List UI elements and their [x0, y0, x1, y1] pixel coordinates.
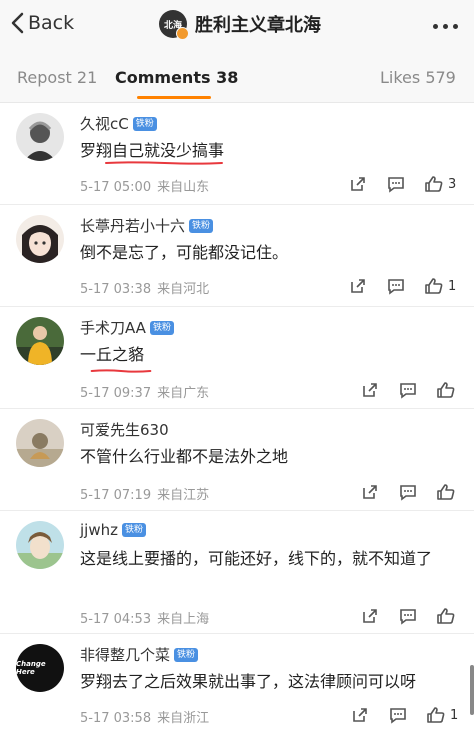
comment-source: 来自上海	[157, 612, 210, 627]
back-button[interactable]: Back	[10, 12, 74, 34]
like-count: 1	[450, 707, 459, 723]
avatar[interactable]	[16, 215, 64, 263]
fan-badge: 铁粉	[189, 218, 214, 233]
reply-icon[interactable]	[398, 482, 418, 502]
comment-item: jjwhz 铁粉 这是线上要播的，可能还好，线下的，就不知道了 5-17 04:…	[0, 511, 474, 634]
reply-icon[interactable]	[386, 174, 406, 194]
like-count: 3	[448, 176, 457, 192]
comment-date: 5-17 04:53	[80, 612, 152, 627]
more-options-icon[interactable]	[433, 24, 458, 29]
like-count: 1	[448, 278, 457, 294]
reply-icon[interactable]	[398, 606, 418, 626]
chevron-left-icon	[11, 12, 24, 34]
back-label: Back	[28, 12, 75, 34]
tab-repost[interactable]: Repost 21	[17, 68, 97, 87]
comment-item: Change Here 非得整几个菜 铁粉 罗翔去了之后效果就出事了，这法律顾问…	[0, 634, 474, 735]
comment-list: 久视cC 铁粉 罗翔自己就没少搞事 5-17 05:00 来自山东 3 长葶丹若…	[0, 103, 474, 735]
reply-icon[interactable]	[386, 276, 406, 296]
share-icon[interactable]	[360, 606, 380, 626]
share-icon[interactable]	[360, 482, 380, 502]
comment-text: 一丘之貉	[80, 345, 145, 364]
comment-source: 来自浙江	[157, 711, 210, 726]
comment-text: 倒不是忘了，可能都没记住。	[80, 243, 289, 262]
comment-item: 手术刀AA 铁粉 一丘之貉 5-17 09:37 来自广东	[0, 307, 474, 409]
comment-source: 来自河北	[157, 282, 210, 297]
comment-author[interactable]: jjwhz	[80, 521, 118, 539]
comment-date: 5-17 03:38	[80, 282, 152, 297]
comment-text: 罗翔自己就没少搞事	[80, 141, 225, 160]
comment-source: 来自江苏	[157, 488, 210, 503]
verified-badge-icon	[176, 27, 189, 40]
like-icon[interactable]	[424, 276, 444, 296]
comment-item: 久视cC 铁粉 罗翔自己就没少搞事 5-17 05:00 来自山东 3	[0, 103, 474, 205]
comment-date: 5-17 05:00	[80, 180, 152, 195]
account-logo: 北海	[159, 10, 189, 40]
active-tab-indicator	[137, 96, 211, 99]
tab-bar: Repost 21 Comments 38 Likes 579	[0, 52, 474, 103]
comment-date: 5-17 07:19	[80, 488, 152, 503]
avatar[interactable]	[16, 317, 64, 365]
tab-comments[interactable]: Comments 38	[115, 68, 238, 87]
page-title: 胜利主义章北海	[195, 15, 321, 36]
share-icon[interactable]	[348, 174, 368, 194]
comment-date: 5-17 03:58	[80, 711, 152, 726]
comment-text: 不管什么行业都不是法外之地	[80, 447, 289, 466]
reply-icon[interactable]	[388, 705, 408, 725]
avatar[interactable]: Change Here	[16, 644, 64, 692]
comment-author[interactable]: 久视cC	[80, 113, 129, 134]
avatar[interactable]	[16, 113, 64, 161]
fan-badge: 铁粉	[132, 116, 157, 131]
scrollbar[interactable]	[470, 665, 474, 715]
fan-badge: 铁粉	[149, 320, 174, 335]
like-icon[interactable]	[436, 380, 456, 400]
share-icon[interactable]	[348, 276, 368, 296]
like-icon[interactable]	[424, 174, 444, 194]
comment-text: 这是线上要播的，可能还好，线下的，就不知道了	[80, 549, 433, 568]
avatar-text: Change Here	[16, 660, 46, 676]
share-icon[interactable]	[360, 380, 380, 400]
tab-likes[interactable]: Likes 579	[380, 68, 456, 87]
comment-source: 来自广东	[157, 386, 210, 401]
red-underline-annotation	[90, 369, 152, 373]
red-underline-annotation	[104, 161, 223, 165]
comment-author[interactable]: 长葶丹若小十六	[80, 215, 185, 236]
comment-author[interactable]: 可爱先生630	[80, 419, 169, 440]
comment-item: 长葶丹若小十六 铁粉 倒不是忘了，可能都没记住。 5-17 03:38 来自河北 …	[0, 205, 474, 307]
comment-author[interactable]: 非得整几个菜	[80, 644, 170, 665]
fan-badge: 铁粉	[121, 523, 146, 537]
comment-source: 来自山东	[157, 180, 210, 195]
like-icon[interactable]	[436, 482, 456, 502]
comment-text: 罗翔去了之后效果就出事了，这法律顾问可以呀	[80, 672, 417, 691]
page-title-group: 北海 胜利主义章北海	[159, 10, 321, 40]
comment-date: 5-17 09:37	[80, 386, 152, 401]
top-bar: Back 北海 胜利主义章北海	[0, 0, 474, 52]
avatar[interactable]	[16, 521, 64, 569]
share-icon[interactable]	[350, 705, 370, 725]
comment-author[interactable]: 手术刀AA	[80, 317, 146, 338]
reply-icon[interactable]	[398, 380, 418, 400]
comment-item: 可爱先生630 不管什么行业都不是法外之地 5-17 07:19 来自江苏	[0, 409, 474, 511]
avatar[interactable]	[16, 419, 64, 467]
fan-badge: 铁粉	[174, 647, 199, 662]
like-icon[interactable]	[426, 705, 446, 725]
like-icon[interactable]	[436, 606, 456, 626]
